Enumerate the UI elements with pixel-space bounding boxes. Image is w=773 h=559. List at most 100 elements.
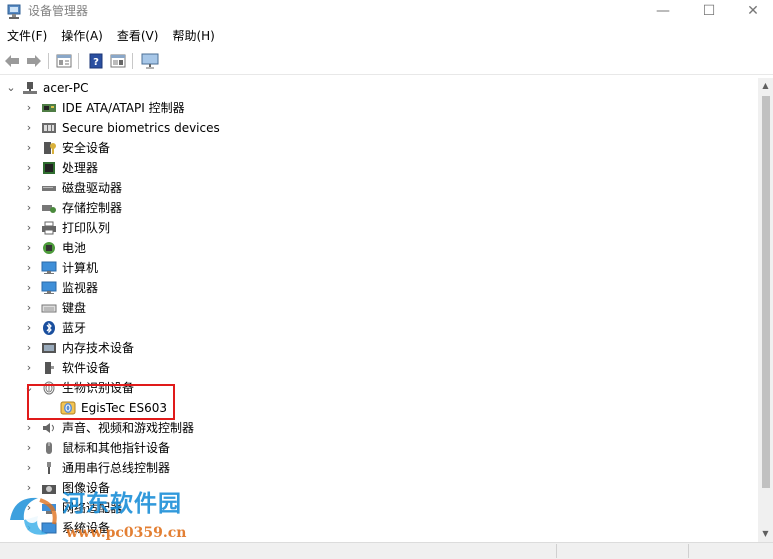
tree-item[interactable]: › 打印队列	[0, 218, 758, 238]
battery-icon	[41, 241, 57, 255]
chevron-right-icon[interactable]: ›	[22, 158, 36, 178]
tree-item-label: 电池	[62, 241, 87, 255]
tree-item[interactable]: › 通用串行总线控制器	[0, 458, 758, 478]
chevron-right-icon[interactable]: ›	[22, 178, 36, 198]
computer-icon	[41, 261, 57, 275]
menu-bar: 文件(F) 操作(A) 查看(V) 帮助(H)	[0, 26, 773, 46]
ide-controller-icon	[41, 101, 57, 115]
forward-arrow-icon[interactable]	[24, 52, 44, 70]
menu-view[interactable]: 查看(V)	[110, 26, 166, 46]
chevron-right-icon[interactable]: ›	[22, 418, 36, 438]
memory-device-icon	[41, 341, 57, 355]
tree-item[interactable]: › 存储控制器	[0, 198, 758, 218]
tree-root-label: acer-PC	[43, 81, 89, 95]
tree-item[interactable]: › 电池	[0, 238, 758, 258]
watermark-logo-icon	[4, 490, 62, 542]
tree-item[interactable]: › 声音、视频和游戏控制器	[0, 418, 758, 438]
tree-item[interactable]: › 磁盘驱动器	[0, 178, 758, 198]
tree-item[interactable]: › 蓝牙	[0, 318, 758, 338]
help-icon[interactable]: ?	[86, 52, 106, 70]
bluetooth-icon	[41, 321, 57, 335]
chevron-down-icon[interactable]: ⌄	[4, 78, 18, 98]
vertical-scrollbar[interactable]: ▲ ▼	[758, 78, 773, 542]
chevron-right-icon[interactable]: ›	[22, 198, 36, 218]
tree-item-label: 存储控制器	[62, 201, 123, 215]
tree-item-label: 安全设备	[62, 141, 111, 155]
watermark-url: www.pc0359.cn	[66, 525, 187, 541]
biometrics-device-icon	[41, 121, 57, 135]
computer-icon	[22, 81, 38, 95]
monitor-icon	[41, 281, 57, 295]
usb-icon	[41, 461, 57, 475]
chevron-right-icon[interactable]: ›	[22, 138, 36, 158]
monitor-icon[interactable]	[140, 52, 160, 70]
tree-item[interactable]: › IDE ATA/ATAPI 控制器	[0, 98, 758, 118]
watermark: 河东软件园 www.pc0359.cn	[4, 486, 234, 552]
tree-item-label: 通用串行总线控制器	[62, 461, 171, 475]
tree-item-label: 计算机	[62, 261, 99, 275]
tree-item[interactable]: › 鼠标和其他指针设备	[0, 438, 758, 458]
chevron-right-icon[interactable]: ›	[22, 118, 36, 138]
tree-item[interactable]: › 监视器	[0, 278, 758, 298]
tree-item-label: 软件设备	[62, 361, 111, 375]
menu-help[interactable]: 帮助(H)	[165, 26, 221, 46]
scrollbar-thumb[interactable]	[762, 96, 770, 488]
tree-item-label: 内存技术设备	[62, 341, 135, 355]
tree-item-label: 磁盘驱动器	[62, 181, 123, 195]
tree-item[interactable]: › 安全设备	[0, 138, 758, 158]
device-tree: ⌄ acer-PC › IDE ATA/ATAPI 控制器 › Secure b…	[0, 78, 758, 542]
mouse-icon	[41, 441, 57, 455]
toolbar-separator	[132, 53, 133, 69]
tree-item-label: Secure biometrics devices	[62, 121, 220, 135]
chevron-right-icon[interactable]: ›	[22, 338, 36, 358]
tree-item-label: IDE ATA/ATAPI 控制器	[62, 101, 185, 115]
window-title: 设备管理器	[28, 4, 89, 18]
watermark-name: 河东软件园	[62, 491, 182, 517]
show-hide-icon[interactable]	[108, 52, 128, 70]
chevron-right-icon[interactable]: ›	[22, 458, 36, 478]
back-arrow-icon[interactable]	[2, 52, 22, 70]
chevron-right-icon[interactable]: ›	[22, 218, 36, 238]
toolbar-separator	[48, 53, 49, 69]
tree-item-label: 声音、视频和游戏控制器	[62, 421, 195, 435]
tree-item-label: 蓝牙	[62, 321, 87, 335]
highlight-box	[27, 384, 175, 420]
chevron-right-icon[interactable]: ›	[22, 318, 36, 338]
sound-icon	[41, 421, 57, 435]
scroll-up-icon[interactable]: ▲	[758, 78, 773, 94]
tree-root[interactable]: ⌄ acer-PC	[0, 78, 758, 98]
chevron-right-icon[interactable]: ›	[22, 358, 36, 378]
chevron-right-icon[interactable]: ›	[22, 298, 36, 318]
printer-icon	[41, 221, 57, 235]
chevron-right-icon[interactable]: ›	[22, 438, 36, 458]
processor-icon	[41, 161, 57, 175]
storage-controller-icon	[41, 201, 57, 215]
menu-action[interactable]: 操作(A)	[54, 26, 110, 46]
tree-item[interactable]: › 计算机	[0, 258, 758, 278]
tree-item[interactable]: › 处理器	[0, 158, 758, 178]
menu-file[interactable]: 文件(F)	[0, 26, 54, 46]
chevron-right-icon[interactable]: ›	[22, 238, 36, 258]
tree-item[interactable]: › 键盘	[0, 298, 758, 318]
chevron-right-icon[interactable]: ›	[22, 278, 36, 298]
scroll-down-icon[interactable]: ▼	[758, 526, 773, 542]
svg-text:?: ?	[93, 57, 99, 68]
close-button[interactable]: ✕	[730, 0, 773, 22]
device-manager-icon	[6, 4, 22, 20]
tree-item[interactable]: › 内存技术设备	[0, 338, 758, 358]
tree-item[interactable]: › Secure biometrics devices	[0, 118, 758, 138]
software-device-icon	[41, 361, 57, 375]
keyboard-icon	[41, 301, 57, 315]
tree-item-label: 鼠标和其他指针设备	[62, 441, 171, 455]
tree-item-label: 监视器	[62, 281, 99, 295]
status-pane	[688, 544, 689, 558]
properties-icon[interactable]	[54, 52, 74, 70]
tree-item-label: 键盘	[62, 301, 87, 315]
maximize-button[interactable]: ☐	[686, 0, 732, 22]
disk-drive-icon	[41, 181, 57, 195]
chevron-right-icon[interactable]: ›	[22, 98, 36, 118]
minimize-button[interactable]: —	[640, 0, 686, 22]
toolbar-separator	[78, 53, 79, 69]
tree-item[interactable]: › 软件设备	[0, 358, 758, 378]
chevron-right-icon[interactable]: ›	[22, 258, 36, 278]
